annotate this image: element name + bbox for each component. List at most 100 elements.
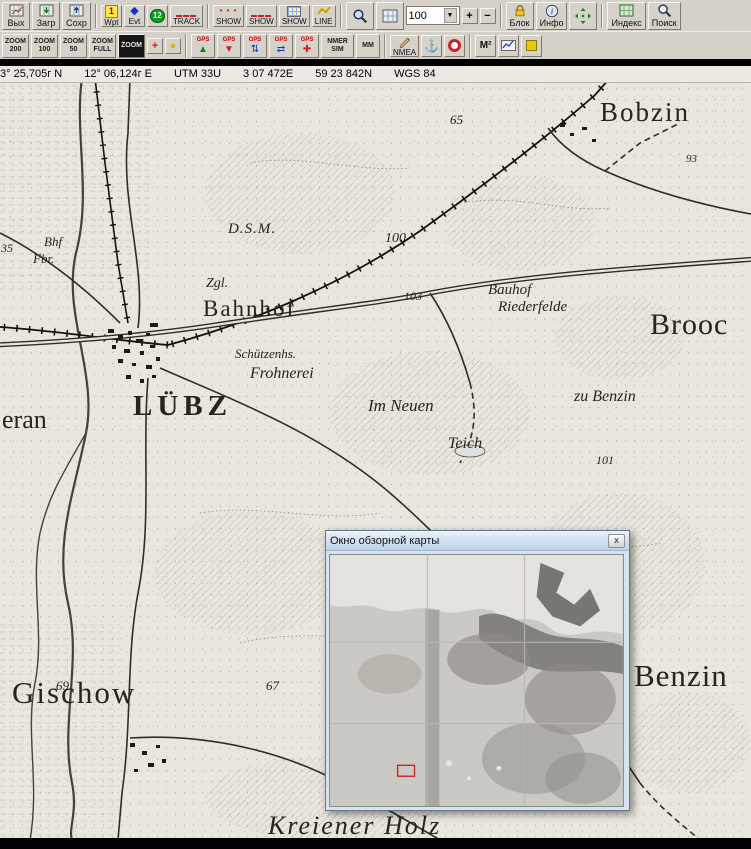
zoom-value: FULL: [94, 46, 112, 54]
pencil-tool-button[interactable]: NMEA: [390, 35, 419, 57]
map-label: Bahnhof: [203, 296, 296, 322]
lock-label: Блок: [510, 18, 530, 28]
gps-transfer-arrow-icon: ⇄: [277, 44, 285, 55]
utm-zone-value: UTM 33U: [174, 68, 221, 80]
gps-word: GPS: [275, 37, 288, 44]
flag-button[interactable]: [521, 35, 542, 57]
chart-icon: [501, 39, 516, 53]
map-label: Gischow: [12, 675, 136, 711]
index-map-icon: [619, 4, 634, 18]
main-toolbar: Вых Загр Сохр 1 Wpt ◆ Evt 12 TRACK • • •…: [0, 0, 751, 31]
magnify-button[interactable]: [346, 2, 374, 30]
zoom-dark-button[interactable]: ZOOM: [118, 34, 145, 58]
zoom-100-button[interactable]: ZOOM 100: [31, 34, 58, 58]
waypoint-button[interactable]: 1 Wpt: [101, 5, 122, 27]
lifebuoy-button[interactable]: [444, 35, 465, 57]
map-viewport[interactable]: Bobzin6593D.S.M.100BhfFbr.35Zgl.Bahnhof1…: [0, 83, 751, 840]
moving-map-button[interactable]: MM: [356, 34, 380, 58]
map-label: Schützenhs.: [235, 346, 296, 362]
combo-dropdown-icon[interactable]: ▼: [444, 8, 457, 23]
index-button[interactable]: Индекс: [607, 2, 645, 30]
gps-upload-button[interactable]: GPS ▲: [191, 34, 215, 58]
overview-window-titlebar[interactable]: Окно обзорной карты x: [326, 531, 629, 551]
lifebuoy-icon: [448, 39, 461, 52]
flag-icon: [526, 40, 537, 51]
gischow-village-blocks: [130, 743, 166, 772]
marker-dot-button[interactable]: ●: [165, 38, 181, 54]
zoom-level-combobox[interactable]: 100 ▼: [406, 6, 460, 25]
map-label: D.S.M.: [228, 221, 276, 238]
show-waypoints-button[interactable]: • • • SHOW: [213, 5, 244, 27]
zoom-word: ZOOM: [92, 38, 113, 46]
track-button[interactable]: TRACK: [170, 5, 203, 27]
longitude-value: 12° 06,124г E: [84, 68, 152, 80]
zoom-50-button[interactable]: ZOOM 50: [60, 34, 87, 58]
map-label: Benzin: [634, 658, 728, 694]
gps-transfer-button[interactable]: GPS ⇄: [269, 34, 293, 58]
track-line-icon: [176, 6, 196, 17]
load-button[interactable]: Загр: [32, 2, 60, 30]
show-grid-button[interactable]: SHOW: [279, 5, 310, 27]
zoom-in-button[interactable]: +: [462, 8, 478, 24]
waypoint-label: Wpt: [104, 18, 118, 27]
map-label: Brooc: [650, 308, 728, 342]
event-button[interactable]: ◆ Evt: [124, 5, 145, 27]
save-button[interactable]: Сохр: [62, 2, 91, 30]
map-pan-button[interactable]: [376, 2, 404, 30]
gps-updown-button[interactable]: GPS ⇅: [243, 34, 267, 58]
zoom-value: 200: [10, 46, 22, 54]
map-exit-icon: [9, 4, 24, 18]
zoom-level-value: 100: [409, 10, 444, 22]
index-label: Индекс: [611, 18, 641, 28]
datum-value: WGS 84: [394, 68, 436, 80]
map-label: zu Benzin: [574, 388, 636, 406]
show-tracks-button[interactable]: SHOW: [246, 5, 277, 27]
overview-minimap[interactable]: [329, 554, 624, 807]
gps-add-button[interactable]: GPS ✚: [295, 34, 319, 58]
overview-window-title: Окно обзорной карты: [330, 535, 608, 547]
toolbar-separator: [95, 4, 97, 28]
info-button[interactable]: i Инфо: [536, 2, 568, 30]
toolbar-separator: [601, 4, 603, 28]
close-icon[interactable]: x: [608, 534, 625, 548]
search-icon: [657, 4, 672, 18]
toolbar-separator: [469, 34, 471, 58]
toolbar-separator: [207, 4, 209, 28]
profile-chart-button[interactable]: [498, 35, 519, 57]
map-grid-icon: [382, 9, 398, 23]
marsh-texture: [0, 623, 120, 840]
anchor-icon: ⚓: [424, 39, 439, 53]
lock-button[interactable]: Блок: [506, 2, 534, 30]
map-save-icon: [69, 4, 84, 18]
exit-button[interactable]: Вых: [2, 2, 30, 30]
map-label: Kreiener Holz: [268, 811, 441, 840]
nmea-label: NMEA: [393, 48, 416, 57]
gps-word: GPS: [197, 37, 210, 44]
zoom-out-button[interactable]: −: [480, 8, 496, 24]
overview-map-window: Окно обзорной карты x: [325, 530, 630, 811]
map-label: 100: [385, 231, 406, 247]
area-measure-button[interactable]: M²: [475, 35, 496, 57]
save-label: Сохр: [66, 18, 87, 28]
zoom-value: 100: [39, 46, 51, 54]
track-label: TRACK: [173, 17, 200, 26]
nmea-sim-button[interactable]: NMER SIM: [321, 34, 354, 58]
line-tool-button[interactable]: LINE: [312, 5, 336, 27]
zoom-full-button[interactable]: ZOOM FULL: [89, 34, 116, 58]
gps-download-button[interactable]: GPS ▼: [217, 34, 241, 58]
anchor-button[interactable]: ⚓: [421, 35, 442, 57]
magnifier-icon: [352, 9, 368, 23]
add-point-button[interactable]: +: [147, 38, 163, 54]
map-label: Im Neuen: [368, 396, 434, 416]
gps-word: GPS: [301, 37, 314, 44]
pan-arrows-button[interactable]: [569, 2, 597, 30]
show-grid-label: SHOW: [282, 17, 307, 26]
gps-updown-arrow-icon: ⇅: [251, 44, 259, 55]
gps-up-arrow-icon: ▲: [198, 44, 208, 55]
coordinate-statusbar: 3° 25,705г N 12° 06,124г E UTM 33U 3 07 …: [0, 66, 751, 83]
search-button[interactable]: Поиск: [648, 2, 681, 30]
bobzin-village-blocks: [560, 123, 596, 142]
zoom-200-button[interactable]: ZOOM 200: [2, 34, 29, 58]
search-label: Поиск: [652, 18, 677, 28]
event-count-button[interactable]: 12: [147, 5, 168, 27]
